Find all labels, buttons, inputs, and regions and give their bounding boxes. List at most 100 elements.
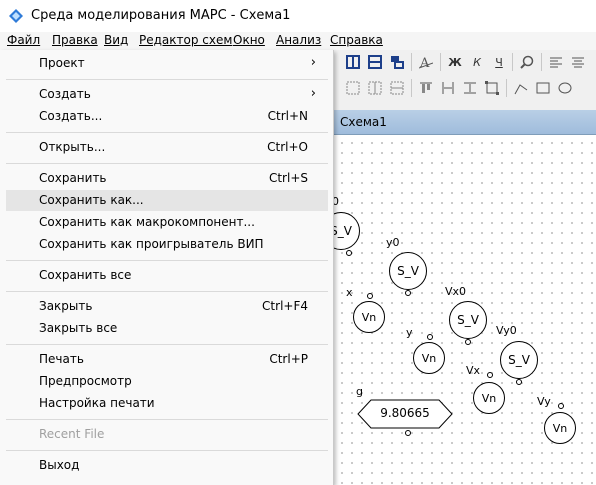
- port: [405, 430, 411, 436]
- menu-item-label: Настройка печати: [39, 396, 155, 410]
- vn-block[interactable]: Vn: [473, 382, 505, 414]
- italic-icon[interactable]: К: [468, 53, 486, 71]
- align-left-icon[interactable]: [547, 53, 565, 71]
- port: [487, 372, 493, 378]
- menu-item-label: Сохранить как проигрыватель ВИП: [39, 237, 264, 251]
- menu-item-label: Сохранить как макрокомпонент...: [39, 215, 255, 229]
- menu-separator: [6, 163, 328, 164]
- space-vertical-icon[interactable]: [461, 79, 479, 97]
- file-menu-item[interactable]: Закрыть Ctrl+F4: [6, 296, 328, 317]
- file-menu-item[interactable]: Сохранить все: [6, 265, 328, 286]
- menu-item-shortcut: Ctrl+O: [267, 140, 308, 154]
- document-tab-title: Схема1: [340, 115, 387, 129]
- port: [558, 403, 564, 409]
- menu-item-label: Закрыть: [39, 299, 93, 313]
- port: [516, 379, 522, 385]
- title-bar: Среда моделирования МАРС - Схема1: [0, 0, 596, 32]
- block-label: Vx: [466, 364, 481, 377]
- menu-item-shortcut: Ctrl+N: [267, 109, 308, 123]
- chevron-right-icon: ›: [310, 55, 316, 70]
- app-icon: [9, 9, 23, 23]
- resize-icon[interactable]: [483, 79, 501, 97]
- polyline-icon[interactable]: [512, 79, 530, 97]
- port: [367, 293, 373, 299]
- menu-item-label: Выход: [39, 458, 80, 472]
- file-menu-item[interactable]: Сохранить как...: [6, 190, 328, 211]
- toolbar-divider: [411, 79, 412, 97]
- menu-analysis[interactable]: Анализ: [276, 33, 321, 47]
- align-top-icon[interactable]: [417, 79, 435, 97]
- s-v-block[interactable]: S_V: [500, 341, 538, 379]
- file-menu-item[interactable]: Сохранить как проигрыватель ВИП: [6, 234, 328, 255]
- block-label: y0: [386, 236, 400, 249]
- toolbar-divider: [541, 53, 542, 71]
- schema-canvas[interactable]: 0 S_V y0 S_V x Vn Vx0 S_V y Vn Vy0 S_V V…: [322, 135, 596, 485]
- file-menu-item[interactable]: Создать... Ctrl+N: [6, 106, 328, 127]
- file-menu-item: Recent File: [6, 424, 328, 445]
- toolbar-divider: [411, 53, 412, 71]
- file-menu-item[interactable]: Сохранить как макрокомпонент...: [6, 212, 328, 233]
- file-menu-item[interactable]: Предпросмотр: [6, 371, 328, 392]
- ellipse-icon[interactable]: [556, 79, 574, 97]
- file-menu-item[interactable]: Сохранить Ctrl+S: [6, 168, 328, 189]
- vn-block[interactable]: Vn: [353, 301, 385, 333]
- rectangle-icon[interactable]: [534, 79, 552, 97]
- file-menu-item[interactable]: Выход: [6, 455, 328, 476]
- file-menu-item[interactable]: Настройка печати: [6, 393, 328, 414]
- vn-block[interactable]: Vn: [544, 412, 576, 444]
- space-horizontal-icon[interactable]: [439, 79, 457, 97]
- menu-window[interactable]: Окно: [233, 33, 265, 47]
- menu-item-label: Проект: [39, 56, 85, 70]
- s-v-block[interactable]: S_V: [389, 252, 427, 290]
- port: [346, 250, 352, 256]
- menu-separator: [6, 260, 328, 261]
- block-label: x: [346, 286, 353, 299]
- menu-item-label: Сохранить все: [39, 268, 132, 282]
- layout-c-icon[interactable]: [388, 53, 406, 71]
- menu-item-shortcut: Ctrl+F4: [262, 299, 308, 313]
- block-label: g: [356, 385, 363, 398]
- menu-separator: [6, 291, 328, 292]
- menu-item-label: Закрыть все: [39, 321, 118, 335]
- menu-item-label: Recent File: [39, 427, 105, 441]
- file-menu-item[interactable]: Печать Ctrl+P: [6, 349, 328, 370]
- toolbar-divider: [512, 53, 513, 71]
- menu-schema-editor[interactable]: Редактор схем: [139, 33, 232, 47]
- file-menu-item[interactable]: Открыть... Ctrl+O: [6, 137, 328, 158]
- menu-view[interactable]: Вид: [104, 33, 128, 47]
- menu-help[interactable]: Справка: [330, 33, 383, 47]
- block-label: Vy: [537, 395, 551, 408]
- menu-item-label: Предпросмотр: [39, 374, 132, 388]
- layout-a-icon[interactable]: [344, 53, 362, 71]
- toolbar-divider: [440, 53, 441, 71]
- grid-c-icon[interactable]: [388, 79, 406, 97]
- file-menu-item[interactable]: Создать ›: [6, 84, 328, 105]
- window-title: Среда моделирования МАРС - Схема1: [31, 8, 291, 23]
- menu-separator: [6, 450, 328, 451]
- s-v-block[interactable]: S_V: [449, 301, 487, 339]
- vn-block[interactable]: Vn: [413, 342, 445, 374]
- block-label: Vx0: [445, 285, 467, 298]
- font-icon[interactable]: A: [417, 53, 435, 71]
- menu-bar: Файл Правка Вид Редактор схем Окно Анали…: [0, 32, 596, 50]
- file-menu-dropdown: Проект › Создать › Создать... Ctrl+N Открыть..…: [0, 50, 334, 485]
- file-menu-item[interactable]: Закрыть все: [6, 318, 328, 339]
- menu-item-shortcut: Ctrl+P: [269, 352, 308, 366]
- menu-separator: [6, 419, 328, 420]
- menu-separator: [6, 132, 328, 133]
- menu-file[interactable]: Файл: [7, 33, 40, 47]
- underline-icon[interactable]: Ч: [490, 53, 508, 71]
- bold-icon[interactable]: Ж: [446, 53, 464, 71]
- block-label: y: [406, 326, 413, 339]
- layout-b-icon[interactable]: [366, 53, 384, 71]
- grid-b-icon[interactable]: [366, 79, 384, 97]
- document-tab[interactable]: Схема1: [334, 110, 596, 135]
- align-center-icon[interactable]: [569, 53, 587, 71]
- menu-item-label: Открыть...: [39, 140, 106, 154]
- menu-separator: [6, 344, 328, 345]
- search-icon[interactable]: [518, 53, 536, 71]
- grid-a-icon[interactable]: [344, 79, 362, 97]
- file-menu-item[interactable]: Проект ›: [6, 53, 328, 74]
- toolbar-divider: [506, 79, 507, 97]
- menu-edit[interactable]: Правка: [52, 33, 98, 47]
